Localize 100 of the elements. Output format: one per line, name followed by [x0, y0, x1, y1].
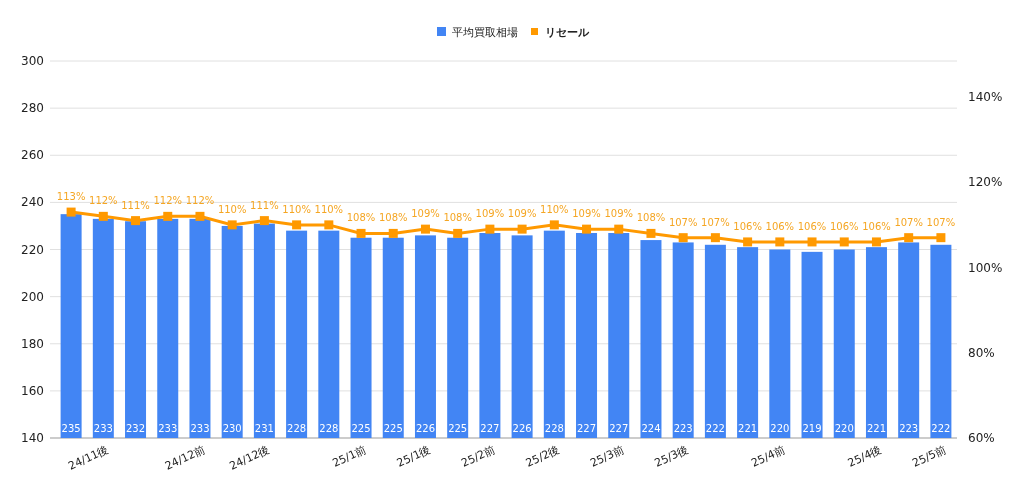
point-value-label: 110%	[314, 203, 344, 215]
data-point	[388, 228, 398, 238]
data-point	[131, 216, 141, 226]
data-point	[549, 220, 559, 230]
bar-value-label: 222	[705, 423, 725, 434]
point-value-label: 112%	[185, 195, 215, 207]
bar-value-label: 225	[383, 423, 403, 434]
point-value-label: 108%	[443, 212, 472, 224]
data-point	[420, 224, 430, 234]
point-value-label: 109%	[507, 208, 537, 220]
data-point	[839, 237, 849, 247]
data-point	[195, 211, 205, 221]
data-point	[356, 228, 366, 238]
data-point	[324, 220, 334, 230]
point-value-label: 106%	[765, 220, 795, 232]
legend-label: 平均買取相場	[452, 26, 518, 39]
data-point	[259, 216, 269, 226]
axis-tick-label: 180	[21, 336, 44, 351]
axis-tick-label: 25/4前	[749, 442, 788, 470]
data-point	[871, 237, 881, 247]
point-value-label: 106%	[862, 220, 891, 232]
axis-tick-label: 25/5前	[910, 442, 949, 470]
data-point	[292, 220, 302, 230]
point-value-label: 108%	[378, 212, 408, 224]
point-value-label: 108%	[346, 212, 376, 224]
bar-value-label: 231	[254, 423, 274, 434]
point-value-label: 107%	[894, 216, 923, 228]
bar-value-label: 232	[126, 423, 146, 434]
axis-tick-label: 25/2前	[459, 442, 498, 470]
bar-value-label: 227	[480, 423, 500, 434]
axis-tick-label: 300	[21, 54, 44, 68]
bar-value-label: 219	[802, 423, 822, 434]
data-point	[710, 233, 720, 243]
point-value-label: 112%	[89, 195, 118, 207]
bar-value-label: 221	[738, 423, 758, 434]
bar-value-label: 221	[866, 423, 886, 434]
axis-tick-label: 25/4後	[845, 442, 884, 470]
data-point	[98, 211, 108, 221]
bar-value-label: 228	[544, 423, 564, 434]
data-point	[807, 237, 817, 247]
data-point	[66, 207, 76, 217]
axis-tick-label: 220	[21, 242, 44, 257]
data-point	[517, 224, 527, 234]
axis-tick-label: 240	[21, 195, 44, 210]
data-point	[227, 220, 237, 230]
bar-value-label: 227	[609, 423, 629, 434]
axis-tick-label: 25/1後	[394, 442, 433, 470]
data-point	[775, 237, 785, 247]
bar-value-label: 227	[577, 423, 597, 434]
point-value-label: 106%	[797, 220, 827, 232]
bar-value-label: 223	[899, 423, 919, 434]
axis-tick-label: 80%	[968, 345, 995, 360]
axis-tick-label: 120%	[968, 175, 1003, 190]
bar-value-label: 225	[351, 423, 371, 434]
bar-value-label: 233	[93, 423, 113, 434]
bar-value-label: 224	[641, 423, 661, 434]
axis-tick-label: 140	[21, 431, 44, 445]
data-point	[936, 233, 946, 243]
point-value-label: 109%	[604, 208, 634, 220]
axis-tick-label: 25/1前	[330, 442, 369, 470]
bar-value-label: 228	[319, 423, 339, 434]
bar-value-label: 233	[158, 423, 178, 434]
data-point	[678, 233, 688, 243]
point-value-label: 110%	[540, 203, 569, 215]
data-point	[646, 228, 656, 238]
point-value-label: 111%	[250, 199, 279, 211]
point-value-label: 107%	[926, 216, 956, 228]
bar-value-label: 230	[222, 423, 242, 434]
point-value-label: 106%	[733, 220, 762, 232]
data-point	[614, 224, 624, 234]
bar-value-label: 223	[673, 423, 693, 434]
bar-value-label: 226	[512, 423, 532, 434]
point-value-label: 107%	[701, 216, 730, 228]
bar-value-label: 220	[834, 423, 854, 434]
data-point	[582, 224, 592, 234]
point-value-label: 111%	[121, 199, 150, 211]
axis-tick-label: 280	[21, 101, 44, 116]
bar-value-label: 235	[61, 423, 81, 434]
axis-tick-label: 200	[21, 289, 44, 304]
axis-tick-label: 25/2後	[523, 442, 562, 470]
axis-tick-label: 260	[21, 148, 44, 163]
point-value-label: 106%	[829, 220, 859, 232]
point-value-label: 107%	[668, 216, 698, 228]
bar-value-label: 222	[931, 423, 951, 434]
point-value-label: 110%	[217, 203, 247, 215]
bar-value-label: 225	[448, 423, 468, 434]
axis-tick-label: 60%	[968, 431, 995, 445]
bar-value-label: 233	[190, 423, 210, 434]
legend-label: リセール	[545, 26, 589, 39]
data-point	[485, 224, 495, 234]
data-point	[163, 211, 173, 221]
point-value-label: 109%	[572, 208, 601, 220]
axis-tick-label: 100%	[968, 260, 1003, 275]
bar-value-label: 220	[770, 423, 790, 434]
axis-tick-label: 25/3前	[588, 442, 626, 470]
axis-tick-label: 25/3後	[652, 442, 691, 470]
axis-tick-label: 140%	[968, 90, 1003, 104]
data-point	[743, 237, 753, 247]
bar-value-label: 228	[287, 423, 307, 434]
point-value-label: 108%	[636, 212, 666, 224]
